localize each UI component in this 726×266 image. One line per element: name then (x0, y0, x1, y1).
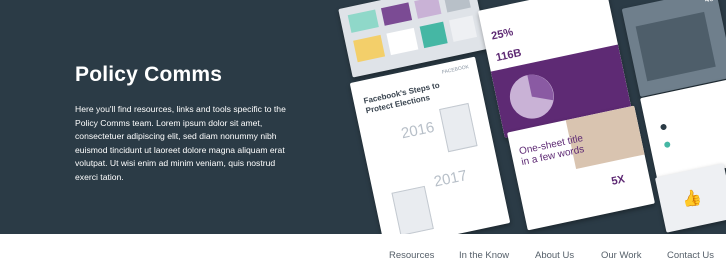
photo-corner-number: 40 (704, 0, 715, 4)
tile-purple (380, 2, 413, 26)
thumbs-up-icon: 👍 (680, 188, 704, 210)
map-pin-icon (659, 123, 668, 131)
main-nav: Resources In the Know About Us Our Work … (0, 234, 726, 266)
tile-lilac (414, 0, 442, 19)
hero-collage-image: FACEBOOK Facebook's Steps to Protect Ele… (330, 0, 726, 234)
map-pin-icon (663, 141, 671, 149)
stat-5x: 5X (610, 173, 626, 188)
doc-phone-b (391, 185, 434, 234)
tile-gold (353, 34, 386, 63)
pie-chart-graphic (509, 74, 554, 119)
tile-white (386, 27, 419, 56)
nav-link-our-work[interactable]: Our Work (601, 250, 641, 261)
tile-mint (347, 9, 379, 33)
tile-gray (443, 0, 471, 13)
page-title: Policy Comms (75, 63, 223, 86)
tile-teal (419, 21, 448, 49)
tile-light (448, 15, 478, 42)
doc-phone-a (439, 102, 478, 153)
stat-25: 25% (490, 26, 515, 43)
nav-link-about-us[interactable]: About Us (535, 250, 574, 261)
collage-document-card: FACEBOOK Facebook's Steps to Protect Ele… (349, 56, 511, 234)
photo-people (635, 11, 716, 82)
hero-text-block: Policy Comms Here you'll find resources,… (75, 62, 290, 185)
doc-year-2016: 2016 (399, 118, 436, 143)
nav-link-in-the-know[interactable]: In the Know (459, 250, 509, 261)
nav-link-resources[interactable]: Resources (389, 250, 434, 261)
nav-link-contact-us[interactable]: Contact Us (667, 250, 714, 261)
hero-banner: Policy Comms Here you'll find resources,… (0, 0, 726, 234)
hero-description: Here you'll find resources, links and to… (75, 104, 286, 182)
doc-year-2017: 2017 (432, 167, 469, 191)
doc-tag: FACEBOOK (441, 64, 470, 76)
stat-116b: 116B (494, 46, 523, 65)
